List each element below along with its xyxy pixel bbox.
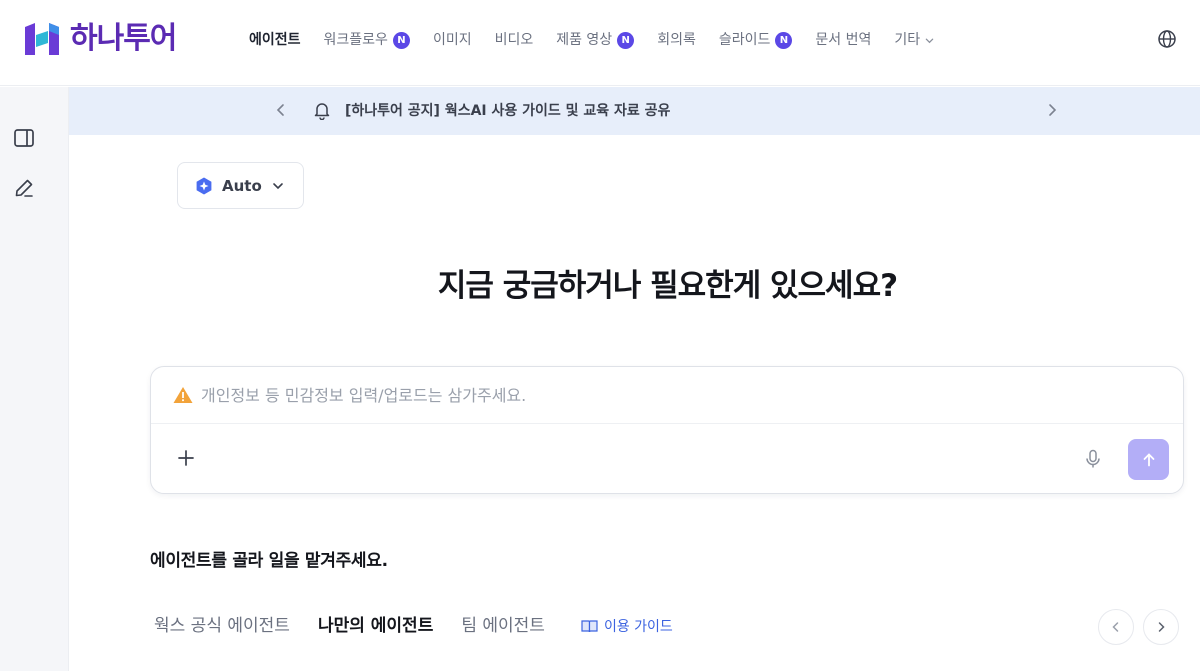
chevron-left-icon [1112,622,1119,632]
tab-my-agents[interactable]: 나만의 에이전트 [318,612,433,640]
plus-icon[interactable] [177,449,195,467]
page-headline: 지금 궁금하거나 필요한게 있으세요? [437,268,898,304]
prompt-input[interactable] [201,381,1101,409]
usage-guide-link[interactable]: 이용 가이드 [581,616,673,636]
logo-mark-icon [25,23,59,55]
nav-item-label: 슬라이드 [718,32,771,48]
composer-input-row [151,367,1183,424]
send-button[interactable] [1128,439,1169,480]
top-header: 하나투어 에이전트 워크플로우 N 이미지 비디오 제품 영상 N 회의록 슬라… [0,0,1200,86]
chevron-right-icon [1158,622,1165,632]
bell-icon [314,103,330,120]
nav-item-label: 워크플로우 [323,32,388,48]
agents-section-title: 에이전트를 골라 일을 맡겨주세요. [150,551,388,571]
globe-icon[interactable] [1157,29,1177,49]
nav-item-label: 기타 [894,32,921,48]
chevron-down-icon [272,182,283,189]
notice-banner: [하나투어 공지] 웍스AI 사용 가이드 및 교육 자료 공유 [69,87,1200,135]
nav-item-label: 에이전트 [249,32,301,48]
microphone-icon[interactable] [1084,449,1102,469]
chevron-down-icon [925,38,934,43]
agent-tabs: 웍스 공식 에이전트 나만의 에이전트 팀 에이전트 이용 가이드 [154,612,673,640]
new-badge: N [617,31,635,49]
nav-item-slides[interactable]: 슬라이드 N [719,28,793,52]
nav-item-doc-translation[interactable]: 문서 번역 [815,28,871,52]
auto-model-icon [196,177,212,194]
nav-item-label: 제품 영상 [556,32,613,48]
new-badge: N [392,31,410,49]
nav-item-workflow[interactable]: 워크플로우 N [324,28,410,52]
carousel-next-button[interactable] [1143,609,1179,645]
nav-item-label: 회의록 [657,32,696,48]
edit-pencil-icon[interactable] [13,177,35,199]
model-selector-label: Auto [222,176,262,195]
left-sidebar [0,87,69,671]
brand-name: 하나투어 [70,21,177,56]
new-badge: N [775,31,793,49]
brand-logo[interactable]: 하나투어 [22,19,177,59]
warning-icon [173,387,193,403]
prompt-composer [150,366,1184,494]
chevron-left-icon[interactable] [274,103,288,117]
tab-official-agents[interactable]: 웍스 공식 에이전트 [154,612,290,640]
nav-item-more[interactable]: 기타 [894,28,934,52]
chevron-right-icon[interactable] [1045,103,1059,117]
model-selector[interactable]: Auto [177,162,304,209]
book-icon [581,620,598,633]
usage-guide-label: 이용 가이드 [603,619,673,635]
tab-team-agents[interactable]: 팀 에이전트 [461,612,545,640]
nav-item-product-video[interactable]: 제품 영상 N [556,28,635,52]
carousel-prev-button[interactable] [1098,609,1134,645]
nav-item-meeting-notes[interactable]: 회의록 [657,28,696,52]
nav-item-label: 이미지 [432,32,472,48]
nav-item-label: 비디오 [494,32,534,48]
nav-item-video[interactable]: 비디오 [495,28,534,52]
nav-item-agent[interactable]: 에이전트 [249,28,301,52]
notice-text[interactable]: [하나투어 공지] 웍스AI 사용 가이드 및 교육 자료 공유 [345,100,670,122]
nav-item-label: 문서 번역 [815,32,872,48]
main-nav: 에이전트 워크플로우 N 이미지 비디오 제품 영상 N 회의록 슬라이드 N … [249,28,957,52]
sidebar-panel-icon[interactable] [13,127,35,149]
arrow-up-icon [1143,453,1154,466]
nav-item-image[interactable]: 이미지 [433,28,472,52]
